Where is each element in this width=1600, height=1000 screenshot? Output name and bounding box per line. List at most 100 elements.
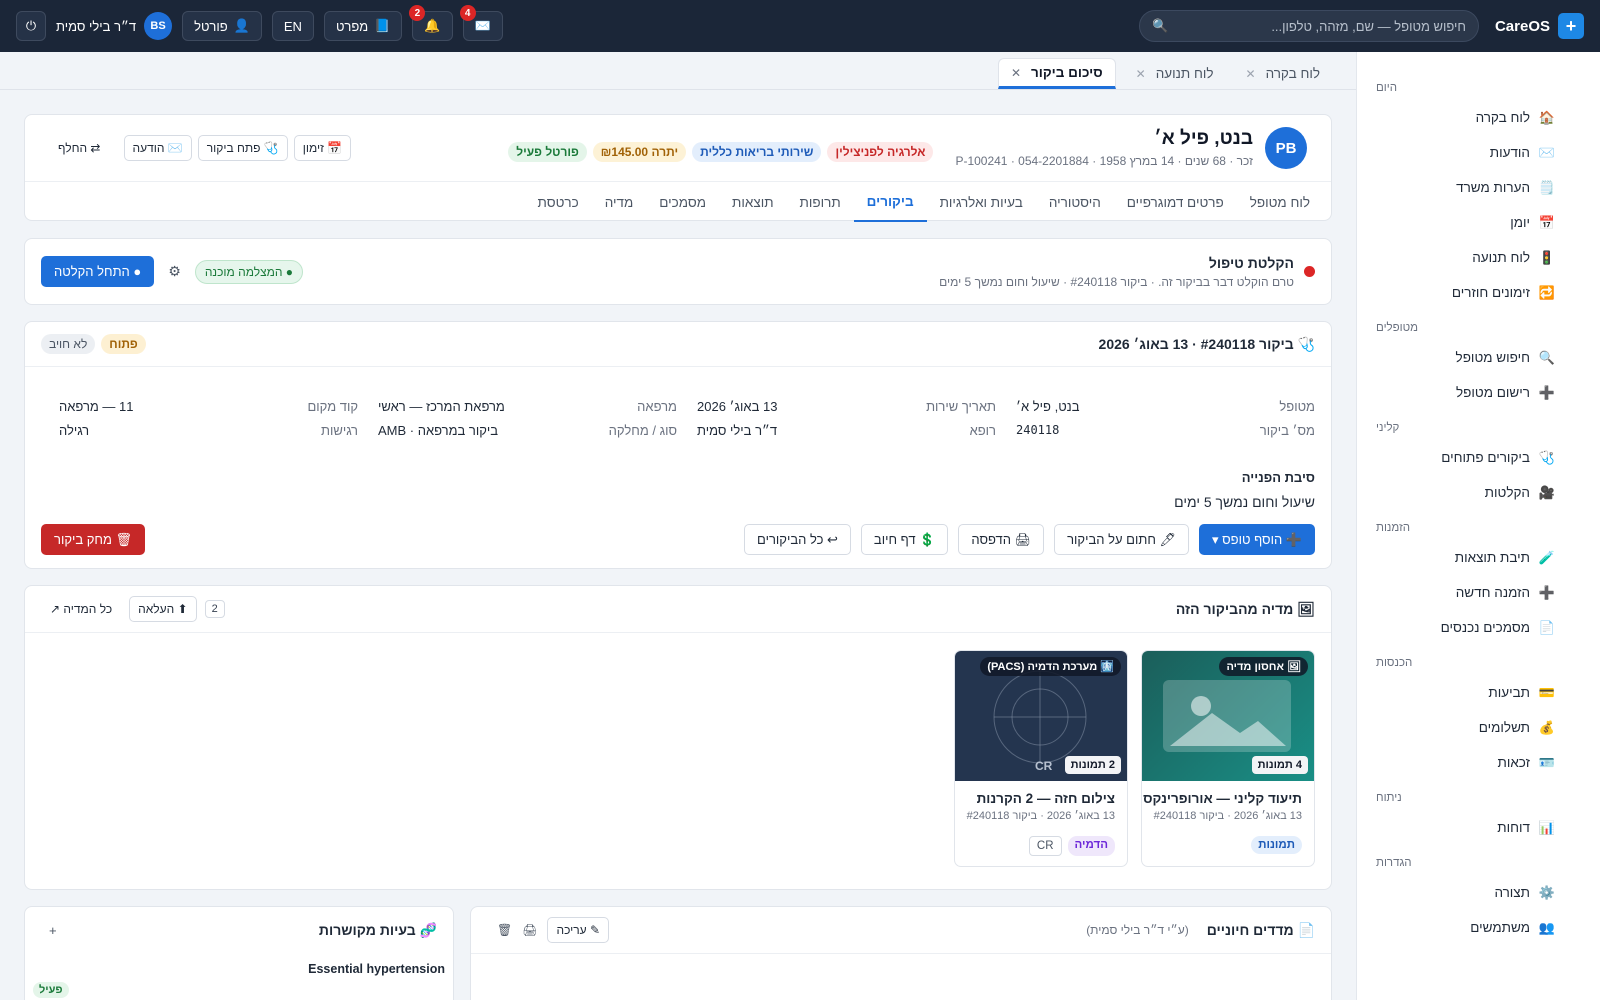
avatar: BS	[144, 12, 173, 40]
sidebar-item[interactable]: משתמשים 👥	[1356, 910, 1600, 945]
print-button[interactable]: 🖨 הדפסה	[958, 524, 1045, 555]
messages-button[interactable]: ✉️ 4	[459, 5, 503, 41]
notifications-count: 2	[409, 5, 426, 21]
media-source-tag: 🖼 אחסון מדיה	[1219, 657, 1308, 676]
all-visits-button[interactable]: ↩ כל הביקורים	[744, 524, 851, 555]
search-input[interactable]	[1176, 18, 1466, 34]
field-row: מס׳ ביקור 240118 רופא ד״ר בילי סמית סוג / …	[39, 418, 1315, 442]
visit-fields: מטופל בנט, פיל א׳ תאריך שירות 13 באוג׳ 202…	[39, 394, 1315, 442]
manual-button[interactable]: מפרט 📘	[323, 11, 403, 41]
tab-dashboard[interactable]: לוח בקרה ✕	[1234, 58, 1333, 89]
patient-search[interactable]: 🔍	[1138, 10, 1479, 42]
add-problem-button[interactable]: +	[49, 923, 57, 938]
field-label: מטופל	[1279, 398, 1315, 414]
problem-name[interactable]: Essential hypertension	[308, 962, 445, 976]
patient-tab[interactable]: בעיות ואלרגיות	[927, 182, 1036, 222]
print-icon[interactable]: 🖨	[522, 923, 537, 937]
portal-badge[interactable]: פורטל פעיל	[508, 142, 587, 162]
sidebar-item-label: זימונים חוזרים	[1451, 285, 1530, 300]
patient-tab[interactable]: פרטים דמוגרפיים	[1114, 182, 1237, 222]
visit-status-badge: פתוח	[101, 334, 146, 354]
patient-tab[interactable]: מדיה	[592, 182, 647, 222]
sidebar-item[interactable]: תביעות 💳	[1356, 675, 1600, 710]
edit-vitals-button[interactable]: ✎ עריכה	[547, 917, 610, 943]
sidebar-item[interactable]: חיפוש מטופל 🔍	[1356, 340, 1600, 375]
user-menu[interactable]: ד״ר בילי סמית BS	[56, 12, 173, 40]
media-item-chest-xray[interactable]: CR 🩻 מערכת הדמיה (PACS) 2 תמונות צילום ח…	[954, 650, 1128, 867]
insurance-badge[interactable]: שירותי בריאות כללית	[692, 142, 822, 162]
field-label: רגישות	[320, 422, 358, 438]
patient-tab[interactable]: מסמכים	[646, 182, 719, 222]
field-value: רגילה	[59, 422, 90, 438]
field-value: 240118	[1016, 423, 1060, 437]
sidebar-item[interactable]: הזמנה חדשה ➕	[1356, 575, 1600, 610]
sidebar-item[interactable]: ביקורים פתוחים 🩺	[1356, 440, 1600, 475]
add-form-button[interactable]: ➕ הוסף טופס ▾	[1199, 524, 1315, 555]
sidebar-item[interactable]: יומן 📅	[1356, 205, 1600, 240]
logout-button[interactable]: ⏻	[16, 11, 46, 41]
portal-button[interactable]: פורטל 👤	[182, 11, 262, 41]
media-type-chip: תמונות	[1251, 836, 1302, 854]
tab-traffic-board[interactable]: לוח תנועה ✕	[1124, 58, 1226, 89]
upload-button[interactable]: ⬆ העלאה	[129, 596, 197, 622]
message-button[interactable]: ✉️ הודעה	[123, 135, 192, 161]
media-item-clinical-photos[interactable]: 🖼 אחסון מדיה 4 תמונות תיעוד קליני — אורו…	[1141, 650, 1315, 867]
sidebar-item[interactable]: הערות משרד 🗒️	[1356, 170, 1600, 205]
stethoscope-icon: 🩺	[1538, 449, 1556, 465]
switch-patient-button[interactable]: ⇄ החלף	[49, 135, 110, 161]
all-media-link[interactable]: כל המדיה ↗	[41, 596, 122, 622]
allergy-badge[interactable]: אלרגיה לפניצילין	[827, 142, 934, 162]
close-icon[interactable]: ✕	[1011, 66, 1021, 80]
patient-tab[interactable]: כרטסת	[525, 182, 592, 222]
open-visit-button[interactable]: 🩺 פתח ביקור	[197, 135, 288, 161]
schedule-button[interactable]: 📅 זימון	[293, 135, 352, 161]
vitals-title: 📄 מדדים חיוניים	[1206, 921, 1315, 938]
patient-tab[interactable]: תוצאות	[719, 182, 787, 222]
sidebar-section-title: הכנסות	[1376, 657, 1413, 669]
media-title: צילום חזה — 2 הקרנות	[976, 791, 1115, 806]
sidebar-item[interactable]: הקלטות 🎥	[1356, 475, 1600, 510]
brand[interactable]: + CareOS	[1495, 13, 1584, 39]
chart-icon: 📊	[1538, 819, 1556, 835]
close-icon[interactable]: ✕	[1136, 67, 1146, 81]
trash-icon[interactable]: 🗑	[497, 923, 512, 937]
plus-icon: ➕	[1538, 584, 1556, 600]
sidebar-item[interactable]: רישום מטופל ➕	[1356, 375, 1600, 410]
sidebar-item[interactable]: לוח בקרה 🏠	[1356, 100, 1600, 135]
sidebar: היום לוח בקרה 🏠 הודעות ✉️ הערות משרד 🗒️ יומן 📅 לו…	[1356, 52, 1600, 1000]
media-image-count: 2 תמונות	[1064, 756, 1121, 774]
sidebar-item[interactable]: תצורה ⚙️	[1356, 875, 1600, 910]
messages-count: 4	[459, 5, 476, 21]
billing-sheet-button[interactable]: 💲 דף חיוב	[860, 524, 949, 555]
settings-gear-icon[interactable]: ⚙	[168, 263, 181, 280]
sidebar-item[interactable]: דוחות 📊	[1356, 810, 1600, 845]
sidebar-item[interactable]: לוח תנועה 🚦	[1356, 240, 1600, 275]
close-icon[interactable]: ✕	[1246, 67, 1256, 81]
sidebar-item[interactable]: זימונים חוזרים 🔁	[1356, 275, 1600, 310]
sidebar-item-label: לוח תנועה	[1472, 250, 1530, 265]
sign-visit-button[interactable]: 🖊 חתום על הביקור	[1054, 524, 1190, 555]
field-label: סוג / מחלקה	[608, 422, 677, 438]
patient-tab[interactable]: היסטוריה	[1036, 182, 1114, 222]
balance-badge[interactable]: יתרה ₪145.00	[592, 142, 687, 162]
patient-tab[interactable]: ביקורים	[853, 182, 927, 222]
patient-tab[interactable]: תרופות	[787, 182, 854, 222]
sidebar-item[interactable]: זכאות 🪪	[1356, 745, 1600, 780]
sidebar-item[interactable]: תיבת תוצאות 🧪	[1356, 540, 1600, 575]
problem-status-badge: פעיל	[33, 982, 69, 998]
tab-visit-summary[interactable]: סיכום ביקור ✕	[997, 58, 1116, 89]
sidebar-item[interactable]: הודעות ✉️	[1356, 135, 1600, 170]
sidebar-item-label: הודעות	[1489, 145, 1530, 160]
sidebar-item-label: זכאות	[1497, 755, 1531, 770]
delete-visit-button[interactable]: 🗑 מחק ביקור	[41, 524, 146, 555]
start-recording-button[interactable]: ● התחל הקלטה	[41, 256, 155, 287]
sidebar-item[interactable]: תשלומים 💰	[1356, 710, 1600, 745]
patient-tab[interactable]: לוח מטופל	[1237, 182, 1323, 222]
language-label: EN	[283, 18, 302, 34]
reason-value: שיעול וחום נמשך 5 ימים	[1174, 494, 1315, 510]
sidebar-item[interactable]: מסמכים נכנסים 📄	[1356, 610, 1600, 645]
visit-card: 🩺 ביקור #240118 · 13 באוג׳ 2026 פתוח לא …	[24, 321, 1332, 569]
notifications-button[interactable]: 🔔 2	[409, 5, 453, 41]
media-title: תיעוד קליני — אורופרינקס	[1143, 791, 1302, 806]
language-button[interactable]: EN	[271, 11, 314, 41]
